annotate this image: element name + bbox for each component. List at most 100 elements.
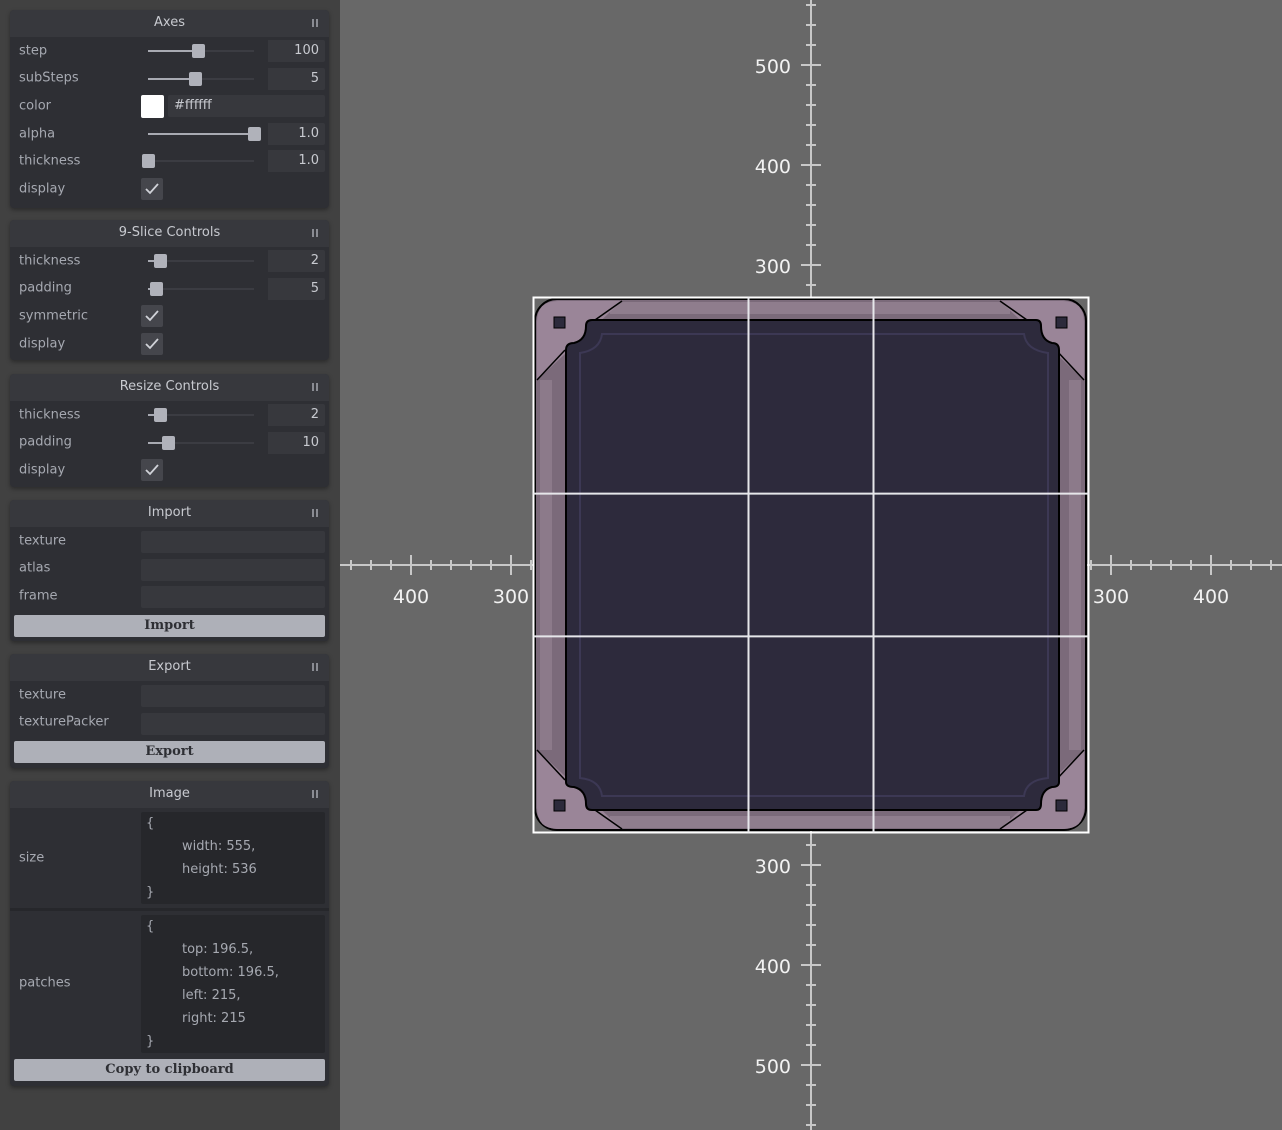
resize-thickness-input[interactable]: 2	[266, 404, 325, 426]
import-frame-row: frame	[10, 582, 329, 610]
frame-top-bevel	[610, 302, 1010, 314]
y-tick-label: 500	[755, 56, 791, 78]
slider-thumb[interactable]	[153, 408, 167, 422]
export-panel-header[interactable]: Export	[10, 654, 329, 681]
drag-handle-icon[interactable]	[312, 383, 319, 391]
axes-substeps-input[interactable]: 5	[266, 67, 325, 90]
canvas[interactable]: 400 300 300 400 500 400 300 300 400 500	[340, 0, 1282, 1130]
patch-right: right: 215	[182, 1011, 246, 1026]
import-texture-input[interactable]	[141, 531, 325, 553]
import-atlas-label: atlas	[19, 560, 51, 576]
export-texturepacker-input[interactable]	[141, 712, 325, 735]
resize-panel-header[interactable]: Resize Controls	[10, 374, 329, 401]
export-texturepacker-label: texturePacker	[19, 714, 109, 730]
resize-padding-input[interactable]: 10	[266, 431, 325, 454]
drag-handle-icon[interactable]	[312, 19, 319, 27]
axes-thickness-slider[interactable]	[142, 150, 254, 172]
nine-slice-panel-header[interactable]: 9-Slice Controls	[10, 220, 329, 247]
nine-slice-thickness-row: thickness 2	[10, 247, 329, 275]
checkmark-icon	[145, 310, 159, 322]
resize-padding-slider[interactable]	[148, 432, 254, 454]
import-texture-label: texture	[19, 533, 66, 549]
nine-slice-padding-slider[interactable]	[148, 278, 254, 300]
brace-open: {	[146, 919, 155, 934]
stud	[553, 799, 566, 812]
axes-step-input[interactable]: 100	[266, 40, 325, 62]
drag-handle-icon[interactable]	[312, 509, 319, 517]
import-atlas-input[interactable]	[141, 558, 325, 581]
nine-slice-display-checkbox[interactable]	[141, 332, 163, 355]
axes-display-row: display	[10, 175, 329, 203]
drag-handle-icon[interactable]	[312, 229, 319, 237]
slider-thumb[interactable]	[153, 254, 167, 268]
import-panel-header[interactable]: Import	[10, 500, 329, 527]
nine-slice-thickness-label: thickness	[19, 253, 81, 269]
import-frame-input[interactable]	[141, 586, 325, 609]
resize-display-row: display	[10, 456, 329, 484]
x-tick-label: 400	[1193, 586, 1229, 608]
slider-thumb[interactable]	[142, 154, 155, 169]
brace-close: }	[146, 1034, 155, 1049]
frame-left-bevel	[540, 380, 552, 750]
slider-thumb[interactable]	[191, 44, 205, 58]
nine-slice-display-row: display	[10, 330, 329, 358]
nine-slice-panel: 9-Slice Controls thickness 2 padding 5 s…	[10, 220, 329, 360]
axes-panel-header[interactable]: Axes	[10, 10, 329, 37]
axes-thickness-input[interactable]: 1.0	[266, 150, 325, 173]
axes-alpha-input[interactable]: 1.0	[266, 122, 325, 145]
checkmark-icon	[145, 464, 159, 476]
resize-thickness-slider[interactable]	[148, 404, 254, 426]
axes-substeps-label: subSteps	[19, 70, 79, 86]
axes-step-slider[interactable]	[148, 40, 254, 62]
axes-step-label: step	[19, 43, 48, 59]
drag-handle-icon[interactable]	[312, 790, 319, 798]
checkmark-icon	[145, 338, 159, 350]
import-frame-label: frame	[19, 588, 58, 604]
nine-slice-thickness-input[interactable]: 2	[266, 250, 325, 272]
nine-slice-sprite[interactable]	[532, 296, 1090, 834]
y-tick-label: 400	[755, 156, 791, 178]
image-panel-header[interactable]: Image	[10, 781, 329, 808]
y-tick-label: 400	[755, 956, 791, 978]
nine-slice-symmetric-checkbox[interactable]	[141, 305, 163, 328]
image-size-value: { width: 555, height: 536 }	[141, 812, 325, 904]
export-button[interactable]: Export	[14, 741, 325, 763]
axes-alpha-slider[interactable]	[148, 123, 261, 145]
checkmark-icon	[145, 183, 159, 195]
stud	[553, 316, 566, 329]
nine-slice-thickness-slider[interactable]	[148, 250, 254, 272]
nine-slice-padding-input[interactable]: 5	[266, 277, 325, 300]
axes-panel: Axes step 100 subSteps 5 color #ffffff a…	[10, 10, 329, 208]
export-panel: Export texture texturePacker Export	[10, 654, 329, 768]
copy-to-clipboard-button[interactable]: Copy to clipboard	[14, 1059, 325, 1081]
nine-slice-panel-title: 9-Slice Controls	[118, 225, 221, 240]
slider-thumb[interactable]	[150, 281, 164, 296]
drag-handle-icon[interactable]	[312, 663, 319, 671]
axes-thickness-label: thickness	[19, 153, 81, 169]
axes-display-checkbox[interactable]	[141, 177, 163, 200]
slider-thumb[interactable]	[162, 435, 176, 450]
frame-bottom-bevel	[610, 816, 1010, 828]
size-width: width: 555,	[182, 839, 256, 854]
x-tick-label: 300	[493, 586, 529, 608]
export-texture-input[interactable]	[141, 685, 325, 707]
axes-substeps-slider[interactable]	[148, 68, 254, 90]
patch-left: left: 215,	[182, 988, 241, 1003]
image-size-row: size { width: 555, height: 536 }	[10, 808, 329, 908]
resize-panel-title: Resize Controls	[119, 379, 220, 394]
axes-alpha-row: alpha 1.0	[10, 120, 329, 148]
sidebar: Axes step 100 subSteps 5 color #ffffff a…	[0, 0, 340, 1130]
axes-color-swatch[interactable]	[141, 95, 164, 119]
nine-slice-padding-row: padding 5	[10, 275, 329, 303]
y-tick-label: 500	[755, 1056, 791, 1078]
export-texturepacker-row: texturePacker	[10, 709, 329, 737]
slider-thumb[interactable]	[188, 71, 202, 86]
axes-color-input[interactable]: #ffffff	[168, 95, 325, 118]
slider-thumb[interactable]	[248, 126, 261, 141]
resize-display-checkbox[interactable]	[141, 459, 163, 482]
brace-open: {	[146, 816, 155, 831]
import-button[interactable]: Import	[14, 615, 325, 637]
resize-padding-row: padding 10	[10, 429, 329, 457]
size-height: height: 536	[182, 862, 257, 877]
import-atlas-row: atlas	[10, 555, 329, 583]
